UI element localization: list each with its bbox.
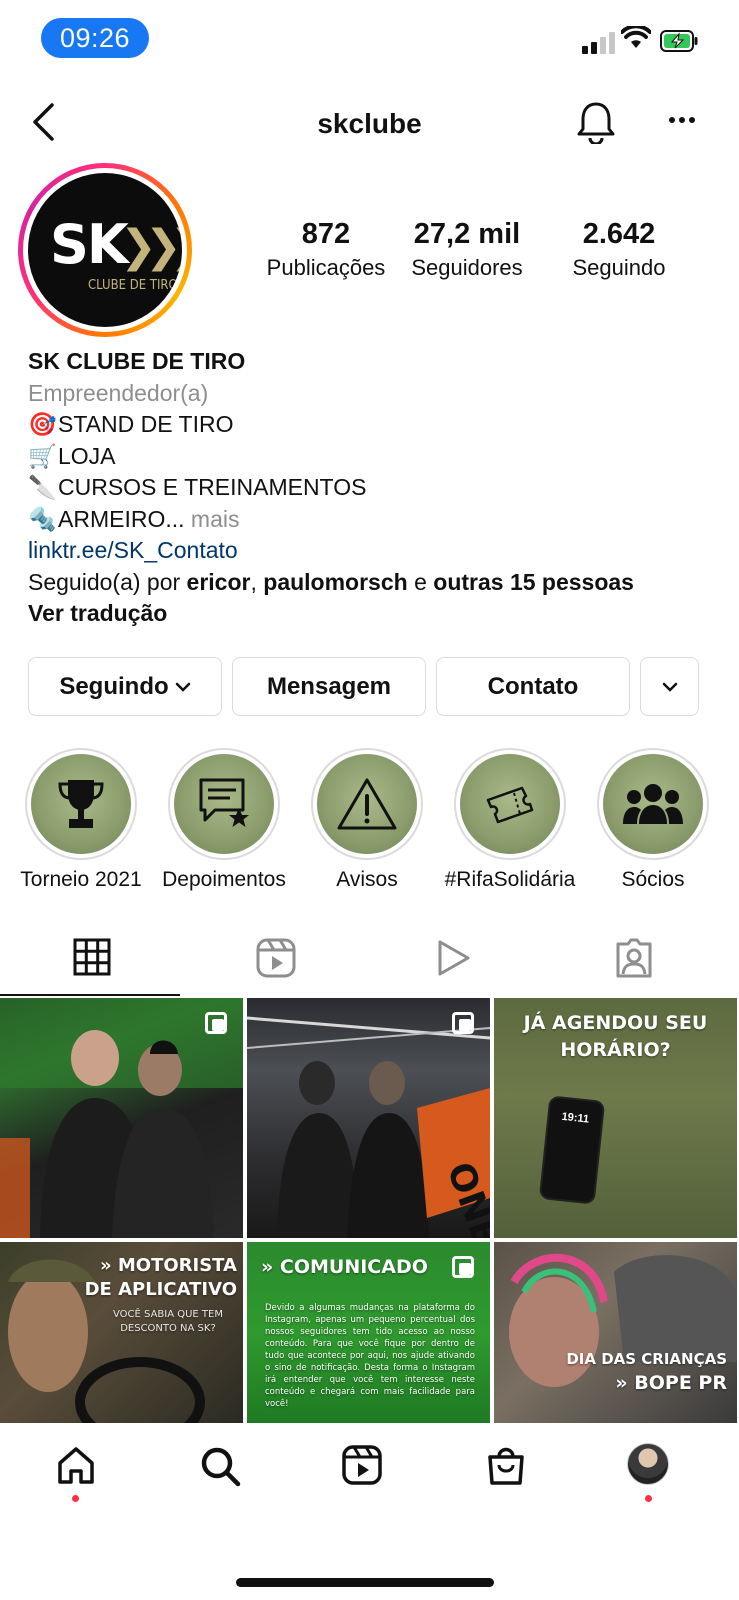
cellular-signal-icon <box>582 30 615 54</box>
post-thumbnail[interactable]: DIA DAS CRIANÇAS » BOPE PR <box>494 1242 737 1423</box>
home-indicator <box>236 1578 494 1587</box>
multiple-photos-icon <box>452 1012 474 1034</box>
target-emoji-icon: 🎯 <box>28 411 57 437</box>
profile-actions: Seguindo Mensagem Contato <box>28 657 699 716</box>
play-icon[interactable] <box>436 938 472 978</box>
bio-link[interactable]: linktr.ee/SK_Contato <box>28 535 718 567</box>
post-thumbnail[interactable]: JÁ AGENDOU SEU HORÁRIO? 19:11 <box>494 998 737 1238</box>
bio-line: 🛒LOJA <box>28 441 718 473</box>
highlight-avisos[interactable]: Avisos <box>297 748 437 892</box>
search-icon[interactable] <box>199 1445 241 1487</box>
chevron-down-icon <box>175 682 190 692</box>
profile-stats: 872 Publicações 27,2 mil Seguidores 2.64… <box>262 218 722 281</box>
bio-line: 🔪CURSOS E TREINAMENTOS <box>28 472 718 504</box>
battery-charging-icon <box>660 30 698 52</box>
post-photo-two-shooters <box>0 998 243 1238</box>
post-thumbnail[interactable]: ONB <box>247 998 490 1238</box>
message-button[interactable]: Mensagem <box>232 657 426 716</box>
sk-logo: SK ❯❯❯ CLUBE DE TIRO <box>28 173 182 327</box>
status-bar: 09:26 <box>0 0 739 80</box>
shop-icon[interactable] <box>486 1445 526 1487</box>
home-notification-dot <box>72 1495 79 1502</box>
profile-name: SK CLUBE DE TIRO <box>28 348 246 374</box>
profile-category: Empreendedor(a) <box>28 379 209 406</box>
post-thumbnail[interactable]: » MOTORISTA DE APLICATIVO VOCÊ SABIA QUE … <box>0 1242 243 1423</box>
following-button[interactable]: Seguindo <box>28 657 222 716</box>
multiple-photos-icon <box>205 1012 227 1034</box>
story-highlights: Torneio 2021 Depoimentos Avisos #RifaSol… <box>0 748 739 898</box>
followed-by[interactable]: Seguido(a) por ericor, paulomorsch e out… <box>28 567 718 599</box>
multiple-photos-icon <box>452 1256 474 1278</box>
profile-tabs <box>0 924 739 998</box>
bio-more-link[interactable]: mais <box>191 506 240 532</box>
bio-line: 🎯STAND DE TIRO <box>28 409 718 441</box>
more-options-icon[interactable] <box>668 116 696 124</box>
highlight-socios[interactable]: Sócios <box>583 748 723 892</box>
stat-following[interactable]: 2.642 Seguindo <box>544 218 694 281</box>
knife-emoji-icon: 🔪 <box>28 474 57 500</box>
ticket-icon <box>486 786 534 824</box>
stat-followers[interactable]: 27,2 mil Seguidores <box>392 218 542 281</box>
highlight-rifa-solidaria[interactable]: #RifaSolidária <box>440 748 580 892</box>
stat-posts[interactable]: 872 Publicações <box>262 218 390 281</box>
chevron-down-icon <box>662 682 677 692</box>
reels-icon[interactable] <box>342 1445 382 1485</box>
phone-image: 19:11 <box>538 1095 606 1205</box>
bio-line: 🔩ARMEIRO... mais <box>28 504 718 536</box>
status-time: 09:26 <box>41 18 149 58</box>
post-photo-range-team: ONB <box>247 1016 490 1238</box>
suggestions-dropdown-button[interactable] <box>640 657 699 716</box>
trophy-icon <box>58 780 104 828</box>
translate-link[interactable]: Ver tradução <box>28 598 718 630</box>
warning-icon <box>337 778 397 830</box>
post-photo-children-day <box>509 1253 737 1387</box>
home-icon[interactable] <box>56 1445 96 1485</box>
posts-grid: ONB JÁ AGENDOU SEU HORÁRIO? 19:11 » MOTO… <box>0 998 739 1423</box>
cart-emoji-icon: 🛒 <box>28 442 57 469</box>
profile-avatar[interactable]: SK ❯❯❯ CLUBE DE TIRO <box>18 163 192 337</box>
notification-bell-icon[interactable] <box>576 100 616 144</box>
grid-icon[interactable] <box>73 938 111 976</box>
tagged-icon[interactable] <box>614 938 654 978</box>
highlight-depoimentos[interactable]: Depoimentos <box>154 748 294 892</box>
reels-icon[interactable] <box>256 938 296 978</box>
contact-button[interactable]: Contato <box>436 657 630 716</box>
highlight-torneio[interactable]: Torneio 2021 <box>11 748 151 892</box>
wifi-icon <box>621 26 651 48</box>
post-thumbnail[interactable]: » COMUNICADO Devido a algumas mudanças n… <box>247 1242 490 1423</box>
profile-avatar-tab[interactable] <box>627 1443 669 1485</box>
profile-bio: SK CLUBE DE TIRO Empreendedor(a) 🎯STAND … <box>28 346 718 630</box>
active-tab-indicator <box>0 994 180 996</box>
post-thumbnail[interactable] <box>0 998 243 1238</box>
bottom-nav <box>0 1423 739 1533</box>
top-nav: skclube <box>0 90 739 160</box>
group-icon <box>623 784 683 824</box>
profile-notification-dot <box>645 1495 652 1502</box>
testimonial-icon <box>199 778 249 827</box>
bolt-emoji-icon: 🔩 <box>28 505 57 532</box>
profile-username: skclube <box>317 108 422 139</box>
